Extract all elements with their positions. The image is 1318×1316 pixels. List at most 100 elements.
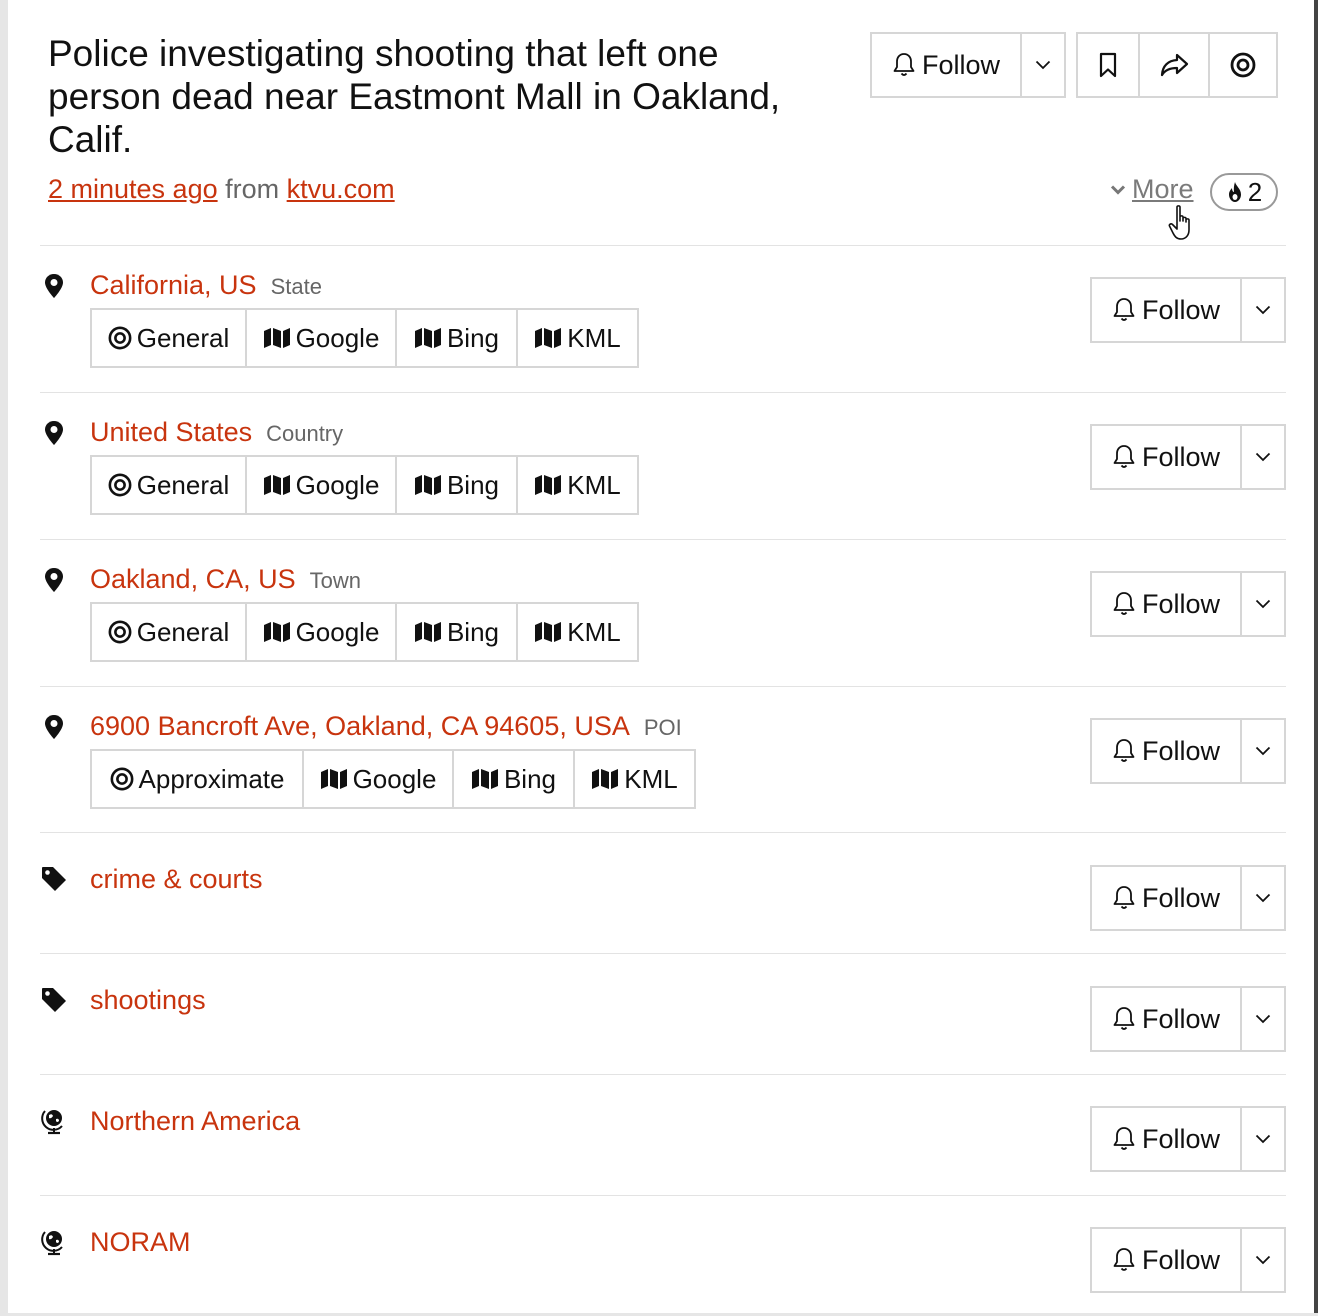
kml-button[interactable]: KML bbox=[518, 308, 639, 368]
google-map-button[interactable]: Google bbox=[247, 602, 397, 662]
share-icon bbox=[1160, 53, 1189, 77]
share-button[interactable] bbox=[1140, 32, 1210, 98]
chevron-down-icon bbox=[1255, 305, 1271, 315]
bell-icon bbox=[1113, 739, 1135, 762]
follow-group: Follow bbox=[1090, 277, 1286, 343]
follow-button[interactable]: Follow bbox=[1090, 1106, 1242, 1172]
follow-button[interactable]: Follow bbox=[1090, 865, 1242, 931]
follow-group: Follow bbox=[1090, 1227, 1286, 1293]
map-icon bbox=[471, 769, 498, 789]
follow-button[interactable]: Follow bbox=[1090, 1227, 1242, 1293]
tag-link[interactable]: shootings bbox=[90, 985, 206, 1016]
follow-group: Follow bbox=[1090, 865, 1286, 931]
follow-group: Follow bbox=[1090, 718, 1286, 784]
bell-icon bbox=[1113, 592, 1135, 615]
story-follow-button[interactable]: Follow bbox=[870, 32, 1022, 98]
globe-icon bbox=[41, 1231, 63, 1256]
tag-title: shootings bbox=[90, 985, 206, 1016]
target-icon bbox=[1230, 52, 1256, 78]
follow-button[interactable]: Follow bbox=[1090, 277, 1242, 343]
general-map-button[interactable]: General bbox=[90, 308, 247, 368]
target-icon bbox=[108, 326, 132, 350]
follow-button[interactable]: Follow bbox=[1090, 986, 1242, 1052]
bing-map-button[interactable]: Bing bbox=[397, 308, 518, 368]
follow-dropdown[interactable] bbox=[1242, 986, 1286, 1052]
more-link[interactable]: More bbox=[1132, 174, 1194, 205]
place-type: POI bbox=[643, 715, 682, 740]
region-link[interactable]: NORAM bbox=[90, 1227, 191, 1258]
divider bbox=[40, 1074, 1286, 1075]
heat-count: 2 bbox=[1247, 176, 1263, 207]
map-icon bbox=[414, 475, 441, 495]
map-links: General Google Bing KML bbox=[90, 602, 639, 662]
kml-button[interactable]: KML bbox=[518, 602, 639, 662]
source-link[interactable]: ktvu.com bbox=[287, 174, 395, 204]
follow-button[interactable]: Follow bbox=[1090, 571, 1242, 637]
kml-button[interactable]: KML bbox=[518, 455, 639, 515]
follow-dropdown[interactable] bbox=[1242, 718, 1286, 784]
story-headline: Police investigating shooting that left … bbox=[48, 33, 781, 160]
map-links: General Google Bing KML bbox=[90, 455, 639, 515]
follow-dropdown[interactable] bbox=[1242, 865, 1286, 931]
window-frame-left bbox=[0, 0, 8, 1316]
map-icon bbox=[320, 769, 347, 789]
divider bbox=[40, 539, 1286, 540]
general-map-button[interactable]: General bbox=[90, 602, 247, 662]
place-title: California, US State bbox=[90, 270, 322, 301]
bell-icon bbox=[1113, 445, 1135, 468]
follow-dropdown[interactable] bbox=[1242, 1227, 1286, 1293]
region-title: Northern America bbox=[90, 1106, 300, 1137]
map-icon bbox=[592, 769, 619, 789]
google-map-button[interactable]: Google bbox=[247, 308, 397, 368]
time-link[interactable]: 2 minutes ago bbox=[48, 174, 218, 204]
tag-icon bbox=[42, 988, 66, 1012]
divider bbox=[40, 392, 1286, 393]
place-link[interactable]: 6900 Bancroft Ave, Oakland, CA 94605, US… bbox=[90, 711, 630, 742]
bing-map-button[interactable]: Bing bbox=[397, 455, 518, 515]
target-icon bbox=[108, 620, 132, 644]
bookmark-icon bbox=[1099, 52, 1117, 78]
follow-button[interactable]: Follow bbox=[1090, 424, 1242, 490]
track-button[interactable] bbox=[1210, 32, 1278, 98]
google-map-button[interactable]: Google bbox=[304, 749, 454, 809]
google-map-button[interactable]: Google bbox=[247, 455, 397, 515]
story-meta: 2 minutes ago from ktvu.com bbox=[48, 174, 395, 205]
bing-map-button[interactable]: Bing bbox=[397, 602, 518, 662]
bing-map-button[interactable]: Bing bbox=[454, 749, 575, 809]
place-type: Country bbox=[266, 421, 344, 446]
globe-icon bbox=[41, 1110, 63, 1135]
follow-dropdown[interactable] bbox=[1242, 277, 1286, 343]
hand-cursor-icon bbox=[1168, 205, 1190, 240]
follow-dropdown[interactable] bbox=[1242, 1106, 1286, 1172]
divider bbox=[40, 953, 1286, 954]
heat-badge: 2 bbox=[1210, 173, 1278, 211]
place-link[interactable]: United States bbox=[90, 417, 252, 448]
region-link[interactable]: Northern America bbox=[90, 1106, 300, 1137]
follow-group: Follow bbox=[1090, 1106, 1286, 1172]
approximate-map-button[interactable]: Approximate bbox=[90, 749, 304, 809]
map-icon bbox=[263, 328, 290, 348]
from-label: from bbox=[225, 174, 280, 204]
map-marker-icon bbox=[45, 274, 63, 298]
story-follow-group: Follow bbox=[870, 32, 1066, 98]
chevron-down-icon bbox=[1255, 1134, 1271, 1144]
follow-button[interactable]: Follow bbox=[1090, 718, 1242, 784]
follow-dropdown[interactable] bbox=[1242, 424, 1286, 490]
target-icon bbox=[108, 473, 132, 497]
kml-button[interactable]: KML bbox=[575, 749, 696, 809]
map-links: General Google Bing KML bbox=[90, 308, 639, 368]
tag-link[interactable]: crime & courts bbox=[90, 864, 263, 895]
map-links: Approximate Google Bing KML bbox=[90, 749, 696, 809]
bookmark-button[interactable] bbox=[1076, 32, 1140, 98]
tag-icon bbox=[42, 867, 66, 891]
story-follow-dropdown[interactable] bbox=[1022, 32, 1066, 98]
general-map-button[interactable]: General bbox=[90, 455, 247, 515]
divider bbox=[40, 245, 1286, 246]
place-link[interactable]: California, US bbox=[90, 270, 257, 301]
follow-dropdown[interactable] bbox=[1242, 571, 1286, 637]
bell-icon bbox=[1113, 1127, 1135, 1150]
chevron-down-icon bbox=[1255, 452, 1271, 462]
story-actions-group bbox=[1076, 32, 1278, 98]
more-toggle[interactable]: More bbox=[1110, 174, 1194, 205]
place-link[interactable]: Oakland, CA, US bbox=[90, 564, 296, 595]
